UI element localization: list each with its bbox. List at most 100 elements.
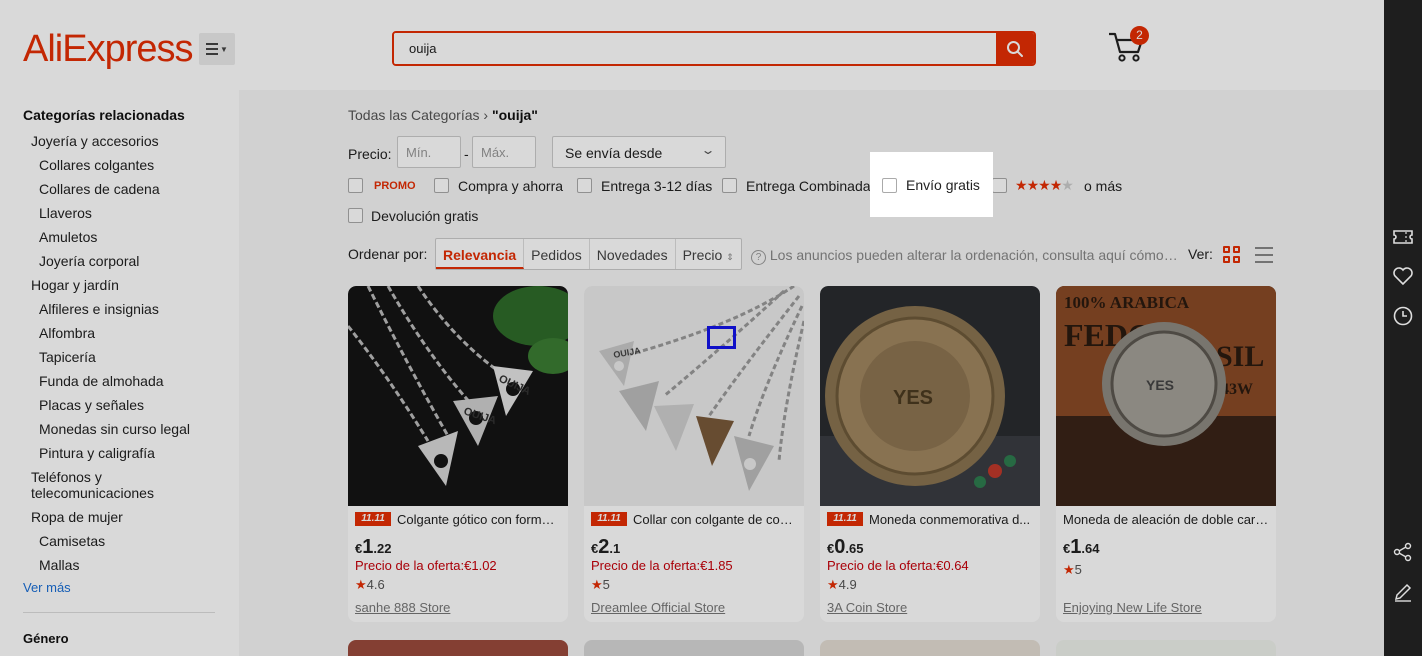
product-image[interactable]: YES [820,286,1040,506]
categories-menu-button[interactable]: ▼ [199,33,235,65]
rating-stars: ★★★★★ [1015,177,1074,194]
rating-checkbox[interactable] [992,178,1007,193]
star-icon: ★ [827,577,839,592]
product-card[interactable]: 100% ARABICA FEDO SIL 43W YES Moneda de … [1056,286,1276,622]
sidebar-item[interactable]: Ropa de mujer [31,509,123,525]
sort-price-label: Precio [682,247,723,263]
product-card-partial[interactable] [820,640,1040,656]
product-rating: ★5 [591,577,610,592]
sort-price[interactable]: Precio ⇕ [676,239,741,269]
product-image[interactable]: OUIJA [584,286,804,506]
product-image-text: YES [893,387,933,409]
gender-title[interactable]: Género [23,631,69,646]
related-categories-title: Categorías relacionadas [23,107,185,123]
product-title[interactable]: Collar con colgante de cora... [633,512,797,527]
sidebar-item[interactable]: Pintura y caligrafía [39,445,155,461]
sidebar-item[interactable]: Teléfonos y [31,469,102,485]
free-return-label: Devolución gratis [371,208,479,224]
see-more-link[interactable]: Ver más [23,580,71,595]
ships-from-label: Se envía desde [565,145,663,161]
sidebar-item[interactable]: Joyería y accesorios [31,133,159,149]
product-rating: ★5 [1063,562,1082,577]
search-input[interactable] [394,33,998,64]
sidebar-item[interactable]: Joyería corporal [39,253,139,269]
buy-save-label: Compra y ahorra [458,178,564,194]
star-icon: ★ [1026,177,1040,193]
sort-relevance[interactable]: Relevancia [436,239,525,269]
search-button[interactable] [996,33,1034,64]
product-price: €2.1 [591,536,621,558]
sidebar-item[interactable]: Placas y señales [39,397,144,413]
sidebar-item[interactable]: Llaveros [39,205,92,221]
star-icon: ★ [1015,177,1028,193]
sort-options: Relevancia Pedidos Novedades Precio ⇕ [435,238,742,270]
sidebar-item[interactable]: Amuletos [39,229,97,245]
store-link[interactable]: 3A Coin Store [827,600,907,615]
product-title[interactable]: Moneda de aleación de doble cara... [1063,512,1269,527]
edit-icon[interactable] [1392,581,1414,603]
sidebar-item[interactable]: Collares colgantes [39,157,154,173]
product-image-text: YES [1146,377,1174,393]
product-card-partial[interactable] [348,640,568,656]
store-link[interactable]: Dreamlee Official Store [591,600,725,615]
free-shipping-label-focus[interactable]: Envío gratis [906,177,980,193]
ads-notice[interactable]: ? Los anuncios pueden alterar la ordenac… [751,247,1181,265]
right-toolbar [1384,0,1422,656]
sidebar-item[interactable]: Collares de cadena [39,181,160,197]
promo-label: PROMO [374,180,416,192]
history-icon[interactable] [1392,305,1414,327]
free-shipping-checkbox-focus[interactable] [882,178,897,193]
product-card[interactable]: YES 11.11 Moneda conmemorativa d... €0.6… [820,286,1040,622]
product-card[interactable]: OUIJA 11.11 Collar con colgante de cora.… [584,286,804,622]
breadcrumb-all-categories[interactable]: Todas las Categorías [348,107,480,123]
sidebar-item[interactable]: Mallas [39,557,79,573]
star-icon: ★ [1049,177,1063,193]
search-bar [392,31,1036,66]
delivery-checkbox[interactable] [577,178,592,193]
store-link[interactable]: sanhe 888 Store [355,600,450,615]
product-image[interactable]: 100% ARABICA FEDO SIL 43W YES [1056,286,1276,506]
sidebar-item[interactable]: Alfombra [39,325,95,341]
caret-down-icon: ▼ [220,44,228,54]
buy-save-checkbox[interactable] [434,178,449,193]
sort-arrows-icon: ⇕ [726,252,734,262]
sort-newest[interactable]: Novedades [590,239,676,269]
sort-orders[interactable]: Pedidos [524,239,590,269]
store-link[interactable]: Enjoying New Life Store [1063,600,1202,615]
product-rating: ★4.9 [827,577,857,592]
promo-checkbox[interactable] [348,178,363,193]
star-icon: ★ [1063,562,1075,577]
star-icon: ★ [591,577,603,592]
aliexpress-logo[interactable]: AliExpress [23,28,193,71]
product-price: €0.65 [827,536,864,558]
product-image[interactable]: OUIJA OUIJA [348,286,568,506]
sidebar-item[interactable]: Alfileres e insignias [39,301,159,317]
list-view-icon[interactable] [1255,247,1273,263]
product-title[interactable]: Moneda conmemorativa d... [869,512,1033,527]
sidebar-item[interactable]: Funda de almohada [39,373,164,389]
max-price-input[interactable]: Máx. [472,136,536,168]
product-title[interactable]: Colgante gótico con forma ... [397,512,561,527]
free-return-checkbox[interactable] [348,208,363,223]
offer-price: Precio de la oferta:€1.02 [355,558,497,573]
share-icon[interactable] [1392,541,1414,563]
star-empty-icon: ★ [1061,177,1074,193]
combined-delivery-checkbox[interactable] [722,178,737,193]
coupon-icon[interactable] [1392,226,1414,248]
product-card-partial[interactable] [1056,640,1276,656]
grid-view-icon[interactable] [1223,246,1240,263]
product-card-partial[interactable] [584,640,804,656]
sidebar-item[interactable]: Tapicería [39,349,96,365]
product-card[interactable]: OUIJA OUIJA 11.11 Colgante gótico con fo… [348,286,568,622]
sidebar-item[interactable]: Monedas sin curso legal [39,421,190,437]
price-label: Precio: [348,146,392,162]
price-dash: - [464,146,469,162]
ships-from-select[interactable]: Se envía desde ⌄ [552,136,726,168]
heart-icon[interactable] [1392,265,1414,287]
sidebar-item[interactable]: telecomunicaciones [31,485,154,501]
sidebar-item[interactable]: Hogar y jardín [31,277,119,293]
search-icon [1007,40,1023,57]
sidebar-item[interactable]: Camisetas [39,533,105,549]
min-price-input[interactable]: Mín. [397,136,461,168]
related-categories-sidebar: Categorías relacionadas Joyería y acceso… [0,90,239,656]
